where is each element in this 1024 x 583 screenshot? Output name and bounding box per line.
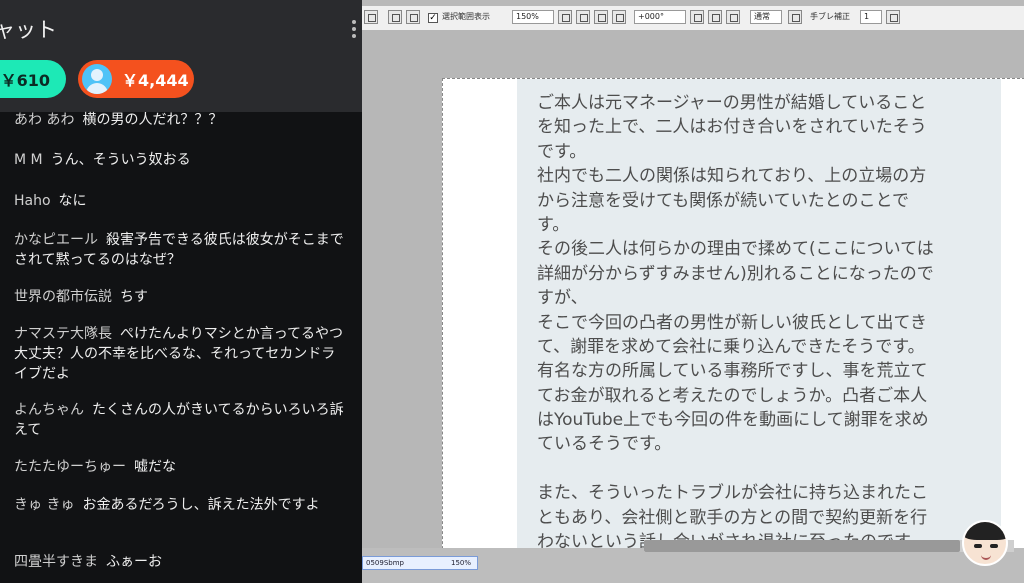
text-line: 詳細が分からずすみません)別れることになったので [537, 263, 934, 284]
chat-message: かなピエール 殺害予告できる彼氏は彼女がそこまでされて黙ってるのはなぜ？ [14, 230, 344, 270]
brush-settings-icon[interactable] [788, 10, 802, 24]
message-author[interactable]: M M [14, 152, 43, 168]
selection-display-label: 選択範囲表示 [442, 12, 490, 21]
text-image: ご本人は元マネージャーの男性が結婚していること を知った上で、二人はお付き合いを… [517, 79, 1001, 569]
text-line: ているそうです。 [537, 434, 672, 455]
avatar [82, 64, 112, 94]
chat-message: 四畳半すきま ふぁーお [14, 552, 344, 572]
message-author[interactable]: たたたゆーちゅー [14, 459, 126, 475]
chat-message: 世界の都市伝説 ちす [14, 287, 344, 307]
rotate-left-icon[interactable] [690, 10, 704, 24]
super-chat-amount: ￥610 [0, 71, 50, 90]
stabilizer-field[interactable]: 1 [860, 10, 882, 24]
zoom-fit-icon[interactable] [576, 10, 590, 24]
chat-message: M M うん、そういう奴おる [14, 150, 344, 170]
stabilizer-stepper-icon[interactable] [886, 10, 900, 24]
message-author[interactable]: Haho [14, 193, 51, 209]
zoom-in-icon[interactable] [612, 10, 626, 24]
copy-tool-icon[interactable] [388, 10, 402, 24]
text-line: す。 [537, 214, 570, 235]
text-line: ともあり、会社側と歌手の方との間で契約更新を行 [537, 507, 928, 528]
super-chat-amount: ￥4,444 [122, 71, 189, 90]
zoom-field[interactable]: 150% [512, 10, 554, 24]
live-chat-panel: ャット ￥610 ￥4,444 あわ あわ 横の男の人だれ？？？ M M うん、そう… [0, 0, 362, 583]
paste-tool-icon[interactable] [406, 10, 420, 24]
horizontal-scrollbar-thumb[interactable] [644, 540, 960, 552]
image-zoom: 150% [450, 559, 471, 567]
editor-toolbar: ✓ 選択範囲表示 150% +000° 通常 手ブレ補正 1 [362, 6, 1024, 30]
message-author[interactable]: 四畳半すきま [14, 554, 98, 570]
message-text: お金あるだろうし、訴えた法外ですよ [82, 497, 320, 513]
message-author[interactable]: ナマステ大隊長 [14, 326, 112, 342]
stabilizer-label: 手ブレ補正 [810, 12, 850, 21]
zoom-reset-icon[interactable] [594, 10, 608, 24]
blend-mode-select[interactable]: 通常 [750, 10, 782, 24]
text-line: そこで今回の凸者の男性が新しい彼氏として出てき [537, 312, 927, 333]
paint-editor: ✓ 選択範囲表示 150% +000° 通常 手ブレ補正 1 ご本人は元マネージ… [362, 0, 1024, 583]
text-line [537, 457, 987, 481]
text-line: てお金が取れると考えたのでしょうか。凸者ご本人 [537, 385, 928, 406]
text-line: 有名な方の所属している事務所ですし、事を荒立て [537, 361, 928, 382]
message-text: なに [58, 193, 87, 209]
image-tab[interactable]: 0509Sbmp 150% [362, 556, 478, 570]
message-author[interactable]: きゅ きゅ [14, 497, 74, 513]
text-line: ご本人は元マネージャーの男性が結婚していること [537, 93, 927, 113]
canvas-workspace[interactable]: ご本人は元マネージャーの男性が結婚していること を知った上で、二人はお付き合いを… [362, 30, 1024, 569]
message-text: うん、そういう奴おる [50, 152, 191, 168]
chat-message: ナマステ大隊長 ぺけたんよりマシとか言ってるやつ大丈夫？人の不幸を比べるな、それっ… [14, 324, 344, 384]
message-text: 横の男の人だれ？？？ [82, 112, 223, 128]
message-author[interactable]: よんちゃん [14, 402, 84, 418]
text-line: を知った上で、二人はお付き合いをされていたそう [537, 117, 927, 138]
select-tool-icon[interactable] [364, 10, 378, 24]
text-line: て、謝罪を求めて会社に乗り込んできたそうです。 [537, 336, 925, 357]
text-line: すが、 [537, 288, 588, 309]
message-author[interactable]: あわ あわ [14, 112, 74, 128]
rotate-right-icon[interactable] [726, 10, 740, 24]
text-line: はYouTube上でも今回の件を動画にして謝罪を求め [537, 410, 929, 431]
chat-message: たたたゆーちゅー 嘘だな [14, 457, 344, 477]
chat-message: Haho なに [14, 191, 344, 211]
text-line: その後二人は何らかの理由で揉めて(ここについては [537, 239, 934, 260]
article-text: ご本人は元マネージャーの男性が結婚していること を知った上で、二人はお付き合いを… [537, 91, 987, 554]
drawing-canvas[interactable]: ご本人は元マネージャーの男性が結婚していること を知った上で、二人はお付き合いを… [442, 78, 1024, 569]
super-chat-chip[interactable]: ￥4,444 [78, 60, 194, 98]
chat-message: あわ あわ 横の男の人だれ？？？ [14, 110, 344, 130]
message-text: ふぁーお [106, 554, 162, 570]
selection-display-checkbox[interactable]: ✓ [428, 13, 438, 23]
zoom-out-icon[interactable] [558, 10, 572, 24]
message-author[interactable]: 世界の都市伝説 [14, 289, 112, 305]
text-line: また、そういったトラブルが会社に持ち込まれたこ [537, 483, 928, 504]
text-line: 社内でも二人の関係は知られており、上の立場の方 [537, 166, 927, 187]
image-filename: 0509Sbmp [366, 559, 404, 567]
text-line: です。 [537, 141, 587, 162]
message-text: 嘘だな [134, 459, 176, 475]
message-text: ちす [120, 289, 148, 305]
super-chat-chip[interactable]: ￥610 [0, 60, 66, 98]
streamer-avatar-icon [962, 520, 1008, 566]
more-options-icon[interactable] [352, 20, 356, 42]
text-line: から注意を受けても関係が続いていたとのことで [537, 190, 909, 211]
chat-title: ャット [0, 18, 57, 42]
chat-message: きゅ きゅ お金あるだろうし、訴えた法外ですよ [14, 495, 344, 515]
editor-statusbar: 0509Sbmp 150% [362, 548, 1024, 583]
message-author[interactable]: かなピエール [14, 232, 98, 248]
chat-message: よんちゃん たくさんの人がきいてるからいろいろ訴えて [14, 400, 344, 440]
chat-header: ャット ￥610 ￥4,444 [0, 0, 362, 112]
rotate-reset-icon[interactable] [708, 10, 722, 24]
rotation-field[interactable]: +000° [634, 10, 686, 24]
